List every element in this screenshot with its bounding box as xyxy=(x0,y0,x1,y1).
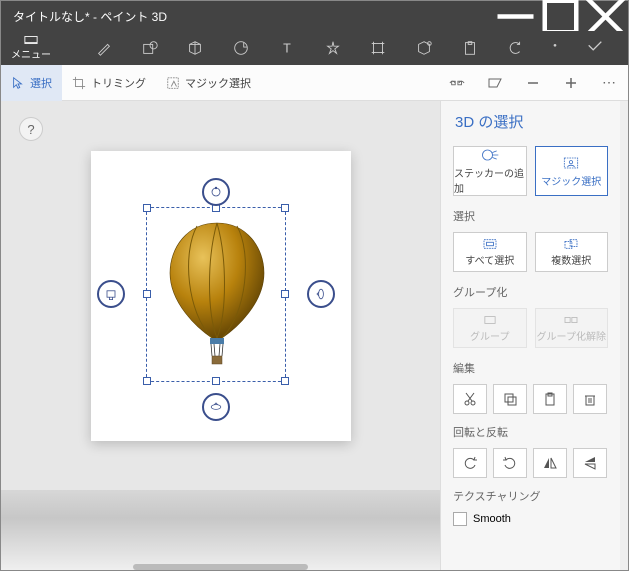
magic-select-panel-icon xyxy=(561,155,581,171)
undo-tool-icon[interactable] xyxy=(501,34,531,62)
resize-handle-e[interactable] xyxy=(281,290,289,298)
resize-handle-nw[interactable] xyxy=(143,204,151,212)
rotate-cw-button[interactable] xyxy=(493,448,527,478)
stickers-tool-icon[interactable] xyxy=(226,34,256,62)
flip-v-icon xyxy=(582,455,598,471)
select-mode-button[interactable]: 選択 xyxy=(1,65,62,101)
group-icon xyxy=(482,314,498,326)
properties-panel: 3D の選択 ステッカーの追加 マジック選択 選択 すべて選択 xyxy=(440,101,620,570)
rotate-ccw-icon xyxy=(462,455,478,471)
close-button[interactable] xyxy=(583,1,628,31)
more-options-button[interactable]: ⋯ xyxy=(594,69,624,97)
group-button: グループ xyxy=(453,308,527,348)
paste-tool-icon[interactable] xyxy=(455,34,485,62)
magic-select-mode-button[interactable]: マジック選択 xyxy=(156,65,261,101)
copy-button[interactable] xyxy=(493,384,527,414)
cut-button[interactable] xyxy=(453,384,487,414)
panel-scrollbar[interactable] xyxy=(620,101,628,570)
texturing-section-label: テクスチャリング xyxy=(453,488,608,504)
sticker-icon xyxy=(480,147,500,163)
select-all-icon xyxy=(482,238,498,250)
redo-tool-icon[interactable] xyxy=(580,34,610,62)
resize-handle-s[interactable] xyxy=(212,377,220,385)
flip-h-icon xyxy=(542,455,558,471)
rotate-x-gizmo[interactable] xyxy=(202,393,230,421)
select-all-button[interactable]: すべて選択 xyxy=(453,232,527,272)
smooth-checkbox[interactable] xyxy=(453,512,467,526)
effects-tool-icon[interactable] xyxy=(318,34,348,62)
horizontal-scrollbar[interactable] xyxy=(133,564,309,570)
resize-handle-se[interactable] xyxy=(281,377,289,385)
multi-select-icon xyxy=(563,238,579,250)
ungroup-icon xyxy=(563,314,579,326)
magic-select-label: マジック選択 xyxy=(185,75,251,91)
help-button[interactable]: ? xyxy=(19,117,43,141)
cut-icon xyxy=(462,391,478,407)
menu-button[interactable]: メニュー xyxy=(1,31,61,65)
selection-section-label: 選択 xyxy=(453,208,608,224)
menu-label: メニュー xyxy=(11,46,51,61)
delete-icon xyxy=(582,391,598,407)
copy-icon xyxy=(502,391,518,407)
history-tool-icon[interactable] xyxy=(546,34,564,62)
minimize-button[interactable] xyxy=(493,1,538,31)
selected-3d-object[interactable] xyxy=(162,218,272,368)
library-tool-icon[interactable] xyxy=(409,34,439,62)
rotate-y-gizmo[interactable] xyxy=(307,280,335,308)
selection-box[interactable] xyxy=(146,207,286,382)
magic-select-icon xyxy=(166,76,180,90)
mixed-reality-button[interactable] xyxy=(480,69,510,97)
ungroup-button: グループ化解除 xyxy=(535,308,609,348)
view-3d-button[interactable] xyxy=(442,69,472,97)
resize-handle-w[interactable] xyxy=(143,290,151,298)
flip-vertical-button[interactable] xyxy=(573,448,607,478)
titlebar: タイトルなし* - ペイント 3D xyxy=(1,1,628,31)
edit-section-label: 編集 xyxy=(453,360,608,376)
shapes-2d-tool-icon[interactable] xyxy=(135,34,165,62)
rotate-section-label: 回転と反転 xyxy=(453,424,608,440)
rotate-z-gizmo[interactable] xyxy=(202,178,230,206)
crop-icon xyxy=(72,76,86,90)
rotate-cw-icon xyxy=(502,455,518,471)
flip-horizontal-button[interactable] xyxy=(533,448,567,478)
shapes-3d-tool-icon[interactable] xyxy=(180,34,210,62)
multi-select-button[interactable]: 複数選択 xyxy=(535,232,609,272)
secondary-toolbar: 選択 トリミング マジック選択 ⋯ xyxy=(1,65,628,101)
text-tool-icon[interactable]: T xyxy=(272,34,302,62)
delete-button[interactable] xyxy=(573,384,607,414)
paste-icon xyxy=(542,391,558,407)
zoom-out-button[interactable] xyxy=(518,69,548,97)
rotate-ccw-button[interactable] xyxy=(453,448,487,478)
zoom-in-button[interactable] xyxy=(556,69,586,97)
canvas-tool-icon[interactable] xyxy=(363,34,393,62)
maximize-button[interactable] xyxy=(538,1,583,31)
resize-handle-ne[interactable] xyxy=(281,204,289,212)
magic-select-button[interactable]: マジック選択 xyxy=(535,146,609,196)
paste-button[interactable] xyxy=(533,384,567,414)
smooth-label: Smooth xyxy=(473,513,511,525)
canvas[interactable] xyxy=(91,151,351,441)
resize-handle-sw[interactable] xyxy=(143,377,151,385)
panel-title: 3D の選択 xyxy=(453,111,608,132)
brushes-tool-icon[interactable] xyxy=(89,34,119,62)
add-sticker-button[interactable]: ステッカーの追加 xyxy=(453,146,527,196)
trimming-label: トリミング xyxy=(91,75,146,91)
select-label: 選択 xyxy=(30,75,52,91)
group-section-label: グループ化 xyxy=(453,284,608,300)
crop-mode-button[interactable]: トリミング xyxy=(62,65,156,101)
ribbon: メニュー T xyxy=(1,31,628,65)
canvas-area: ? xyxy=(1,101,440,570)
depth-gizmo[interactable] xyxy=(97,280,125,308)
window-title: タイトルなし* - ペイント 3D xyxy=(1,8,493,25)
svg-text:T: T xyxy=(283,42,291,56)
cursor-icon xyxy=(11,76,25,90)
canvas-floor xyxy=(1,490,440,570)
